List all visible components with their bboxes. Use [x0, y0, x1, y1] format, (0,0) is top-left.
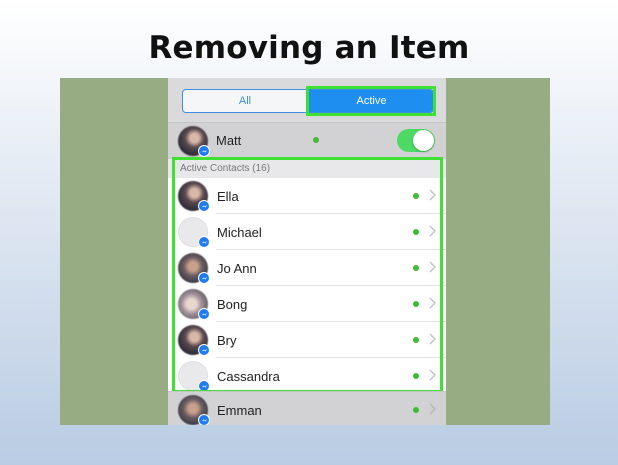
- list-item[interactable]: Emman: [168, 391, 446, 425]
- phone-screen: All Active Matt Active Contacts (16) Ell…: [168, 78, 446, 425]
- messenger-badge-icon: [198, 145, 210, 157]
- online-dot-icon: [313, 137, 319, 143]
- tab-all[interactable]: All: [183, 90, 307, 112]
- contact-name: Emman: [217, 403, 262, 418]
- online-dot-icon: [413, 407, 419, 413]
- highlight-box-active-contacts: [172, 157, 443, 393]
- my-name: Matt: [216, 133, 242, 148]
- slide-title: Removing an Item: [148, 30, 470, 66]
- chevron-right-icon: [429, 403, 436, 415]
- active-status-toggle[interactable]: [397, 129, 435, 152]
- toggle-knob: [413, 130, 434, 151]
- screenshot-panel: All Active Matt Active Contacts (16) Ell…: [60, 78, 550, 425]
- messenger-badge-icon: [198, 414, 210, 425]
- my-status-row: Matt: [168, 122, 446, 160]
- highlight-box-active-tab: [306, 86, 436, 116]
